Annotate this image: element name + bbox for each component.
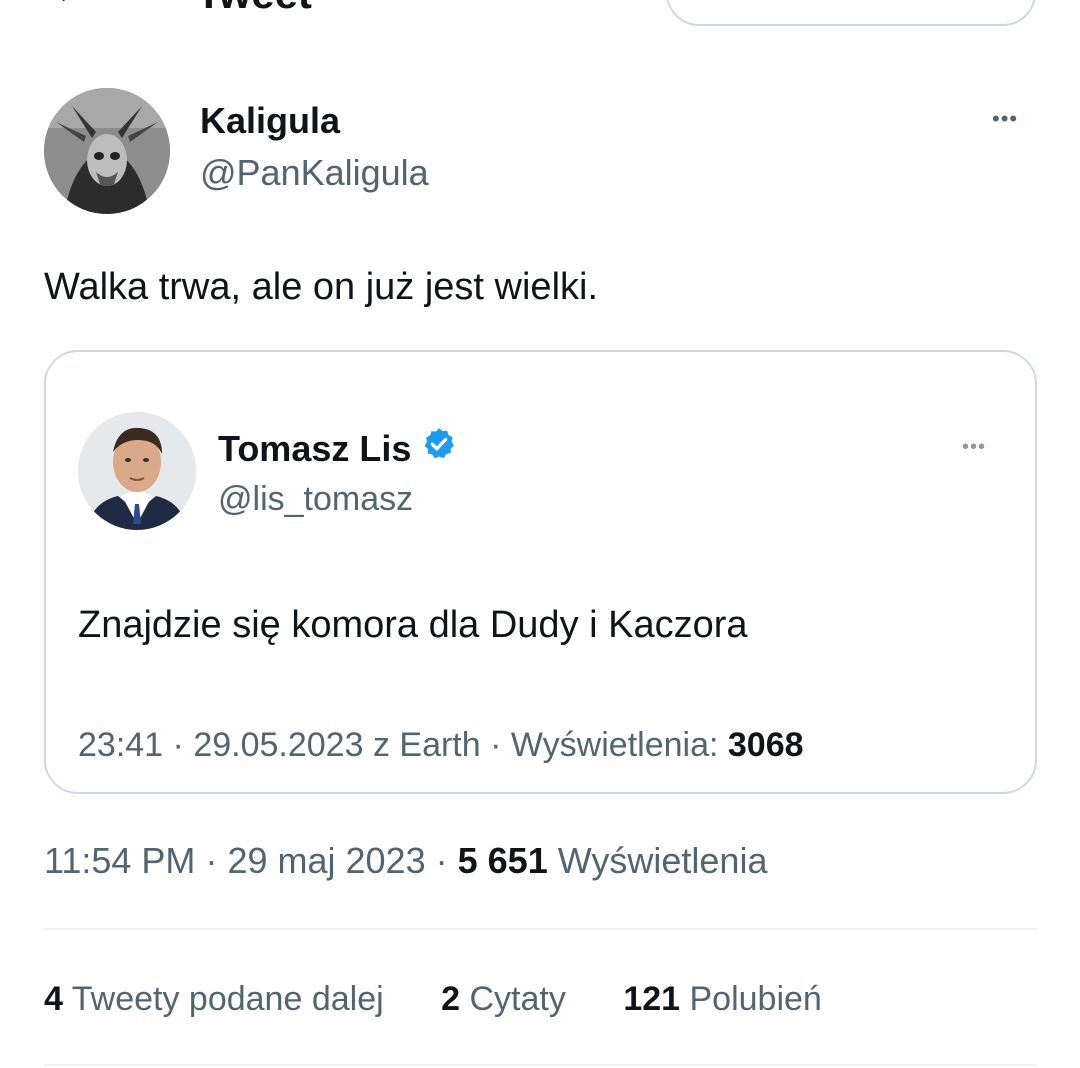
- separator: ·: [172, 726, 184, 764]
- quoted-tweet-meta: 23:41 · 29.05.2023 z Earth · Wyświetleni…: [78, 726, 804, 765]
- quoted-author-name[interactable]: Tomasz Lis: [218, 428, 457, 474]
- quoted-date: 29.05.2023 z Earth: [193, 726, 481, 764]
- quoted-author-handle[interactable]: @lis_tomasz: [218, 480, 413, 519]
- quotes-stat[interactable]: 2 Cytaty: [441, 980, 566, 1019]
- divider: [44, 1064, 1037, 1066]
- separator: ·: [205, 840, 218, 881]
- likes-count: 121: [623, 980, 681, 1018]
- quotes-count: 2: [441, 980, 461, 1018]
- tweet-text: Walka trwa, ale on już jest wielki.: [44, 266, 599, 308]
- separator: ·: [435, 840, 448, 881]
- quoted-more-options-icon[interactable]: •••: [962, 436, 986, 459]
- page-title: Tweet: [196, 0, 312, 18]
- engagement-stats: 4 Tweety podane dalej 2 Cytaty 121 Polub…: [44, 980, 870, 1019]
- separator: ·: [490, 726, 502, 764]
- tweet-time[interactable]: 11:54 PM: [44, 840, 195, 881]
- author-avatar[interactable]: [44, 88, 170, 214]
- author-handle[interactable]: @PanKaligula: [200, 152, 429, 194]
- quoted-tweet-text: Znajdzie się komora dla Dudy i Kaczora: [78, 604, 748, 646]
- quoted-views-count: 3068: [727, 726, 804, 764]
- likes-stat[interactable]: 121 Polubień: [623, 980, 822, 1019]
- quoted-time: 23:41: [78, 726, 164, 764]
- back-arrow-icon[interactable]: ←: [50, 0, 90, 13]
- quotes-label: Cytaty: [469, 980, 566, 1018]
- quoted-author-name-text: Tomasz Lis: [218, 428, 412, 469]
- tweet-meta: 11:54 PM · 29 maj 2023 · 5 651 Wyświetle…: [44, 840, 767, 882]
- author-name[interactable]: Kaligula: [200, 100, 340, 142]
- divider: [44, 928, 1037, 930]
- retweets-stat[interactable]: 4 Tweety podane dalej: [44, 980, 384, 1019]
- quoted-tweet-card[interactable]: Tomasz Lis @lis_tomasz ••• Znajdzie się …: [44, 350, 1037, 794]
- quoted-views-label: Wyświetlenia:: [510, 726, 719, 764]
- top-bar: ← Tweet: [0, 0, 1080, 30]
- retweets-count: 4: [44, 980, 63, 1018]
- likes-label: Polubień: [689, 980, 822, 1018]
- tweet-date[interactable]: 29 maj 2023: [227, 840, 425, 881]
- more-options-icon[interactable]: •••: [992, 106, 1018, 132]
- tweet-views-count: 5 651: [457, 840, 548, 881]
- quoted-author-avatar[interactable]: [78, 412, 196, 530]
- verified-badge-icon: [421, 426, 457, 471]
- retweets-label: Tweety podane dalej: [71, 980, 384, 1018]
- top-action-button[interactable]: [666, 0, 1036, 26]
- tweet-views-label: Wyświetlenia: [557, 840, 768, 881]
